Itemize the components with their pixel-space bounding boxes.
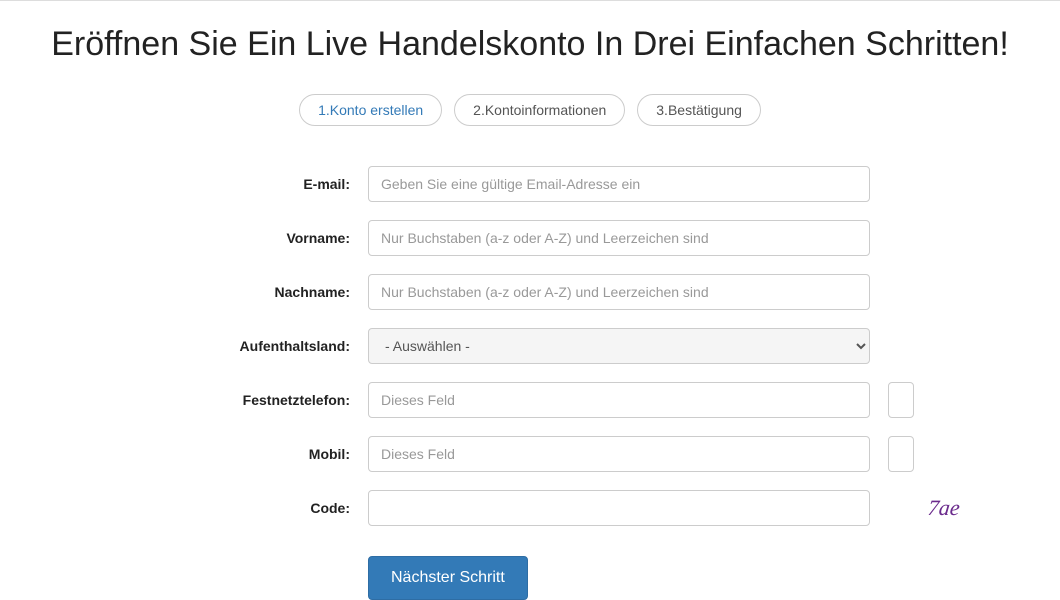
country-select[interactable]: - Auswählen - <box>368 328 870 364</box>
landline-prefix-field[interactable] <box>368 382 870 418</box>
page-title: Eröffnen Sie Ein Live Handelskonto In Dr… <box>20 25 1040 64</box>
captcha-code-field[interactable] <box>368 490 870 526</box>
lastname-field[interactable] <box>368 274 870 310</box>
mobile-number-field[interactable] <box>888 436 914 472</box>
step-account-info[interactable]: 2.Kontoinformationen <box>454 94 625 126</box>
country-label: Aufenthaltsland: <box>190 338 350 354</box>
step-create-account[interactable]: 1.Konto erstellen <box>299 94 442 126</box>
landline-number-field[interactable] <box>888 382 914 418</box>
top-divider <box>0 0 1060 1</box>
mobile-prefix-field[interactable] <box>368 436 870 472</box>
captcha-image: 7ae <box>928 490 960 526</box>
lastname-label: Nachname: <box>190 284 350 300</box>
step-confirmation[interactable]: 3.Bestätigung <box>637 94 761 126</box>
email-field[interactable] <box>368 166 870 202</box>
email-label: E-mail: <box>190 176 350 192</box>
next-step-button[interactable]: Nächster Schritt <box>368 556 528 600</box>
code-label: Code: <box>190 500 350 516</box>
registration-form: E-mail: Vorname: Nachname: Aufenthaltsla… <box>170 166 890 600</box>
firstname-label: Vorname: <box>190 230 350 246</box>
landline-label: Festnetztelefon: <box>190 392 350 408</box>
steps-nav: 1.Konto erstellen 2.Kontoinformationen 3… <box>0 94 1060 126</box>
firstname-field[interactable] <box>368 220 870 256</box>
captcha-text: 7ae <box>927 495 961 521</box>
mobile-label: Mobil: <box>190 446 350 462</box>
